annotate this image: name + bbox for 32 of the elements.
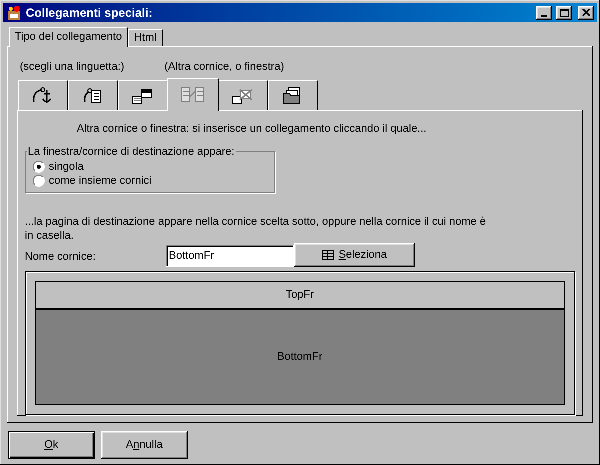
frame-name-field[interactable]: BottomFr	[166, 245, 294, 267]
maximize-icon	[560, 8, 568, 16]
window-title: Collegamenti speciali:	[26, 4, 154, 22]
app-icon	[6, 4, 22, 20]
radio-button[interactable]	[33, 161, 45, 173]
minimize-icon	[541, 14, 547, 16]
group-legend: La finestra/cornice di destinazione appare:	[27, 144, 236, 160]
radio-option[interactable]: singola	[33, 160, 267, 174]
link-type-tab[interactable]	[68, 80, 118, 110]
close-button[interactable]	[578, 6, 594, 20]
dialog-button[interactable]: Ok	[8, 431, 95, 459]
radio-button[interactable]	[33, 175, 45, 187]
note-text: ...la pagina di destinazione appare nella cornice scelta sotto, oppure nella cornice il cui nome è in casella.	[25, 215, 488, 243]
frame-area[interactable]: BottomFr	[36, 310, 564, 404]
description-text: Altra cornice o finestra: si inserisce un collegamento cliccando il quale...	[76, 122, 428, 137]
link-type-tab[interactable]	[18, 80, 68, 110]
radio-option[interactable]: come insieme cornici	[33, 174, 267, 188]
current-type-label: (Altra cornice, o finestra)	[164, 60, 284, 75]
close-icon	[582, 8, 590, 16]
frames-icon	[181, 85, 205, 105]
select-button[interactable]: Seleziona	[294, 243, 415, 267]
link-type-tab[interactable]	[268, 80, 318, 110]
maximize-button[interactable]	[556, 6, 572, 20]
tab[interactable]: Tipo del collegamento	[9, 27, 128, 47]
tab[interactable]: Html	[128, 29, 163, 46]
link-type-tab[interactable]	[218, 80, 268, 110]
frame-name-label: Nome cornice:	[25, 250, 97, 264]
hint-text: (scegli una linguetta:)	[20, 60, 125, 75]
table-icon	[322, 250, 334, 260]
link-type-tab[interactable]	[118, 80, 168, 110]
minimize-button[interactable]	[536, 6, 552, 20]
dialog-button[interactable]: Annulla	[101, 431, 188, 459]
